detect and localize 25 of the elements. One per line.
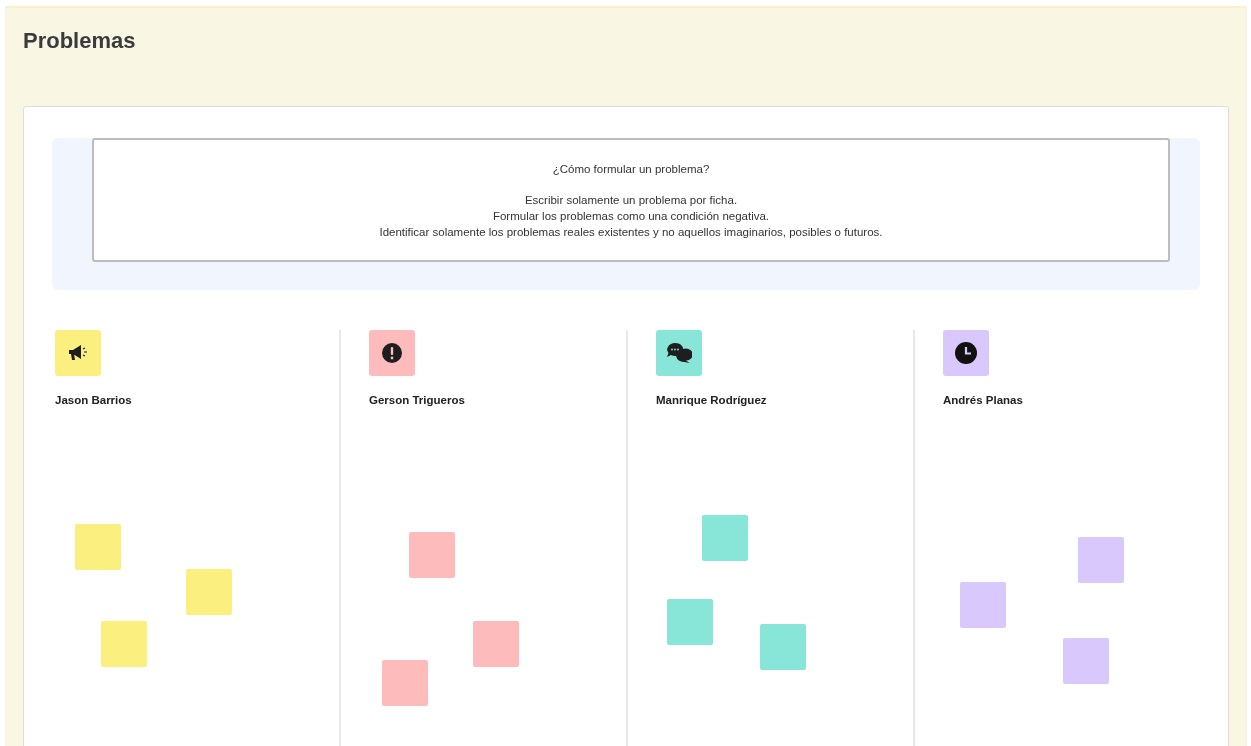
member-name: Andrés Planas bbox=[943, 394, 1023, 406]
sticky-note[interactable] bbox=[186, 569, 232, 615]
member-name: Jason Barrios bbox=[55, 394, 132, 406]
member-name: Manrique Rodríguez bbox=[656, 394, 767, 406]
sticky-note[interactable] bbox=[960, 582, 1006, 628]
sticky-note[interactable] bbox=[75, 524, 121, 570]
chat-icon bbox=[666, 342, 692, 364]
sticky-note[interactable] bbox=[760, 624, 806, 670]
sticky-note[interactable] bbox=[1063, 638, 1109, 684]
member-name: Gerson Trigueros bbox=[369, 394, 465, 406]
page-title: Problemas bbox=[23, 28, 137, 55]
sticky-note[interactable] bbox=[667, 599, 713, 645]
clock-icon bbox=[955, 342, 977, 364]
sticky-note[interactable] bbox=[409, 532, 455, 578]
sticky-note[interactable] bbox=[702, 515, 748, 561]
sticky-note[interactable] bbox=[101, 621, 147, 667]
instructions-heading: ¿Cómo formular un problema? bbox=[552, 161, 710, 177]
megaphone-icon bbox=[67, 344, 89, 362]
sticky-note[interactable] bbox=[473, 621, 519, 667]
alert-icon bbox=[382, 343, 402, 363]
sticky-note[interactable] bbox=[1078, 537, 1124, 583]
instruction-text: Formular los problemas como una condición negativa. bbox=[492, 208, 770, 224]
instruction-text: Identificar solamente los problemas reales existentes y no aquellos imaginarios, posibles o futuros. bbox=[379, 224, 883, 240]
sticky-note[interactable] bbox=[382, 660, 428, 706]
instruction-text: Escribir solamente un problema por ficha. bbox=[524, 192, 738, 208]
